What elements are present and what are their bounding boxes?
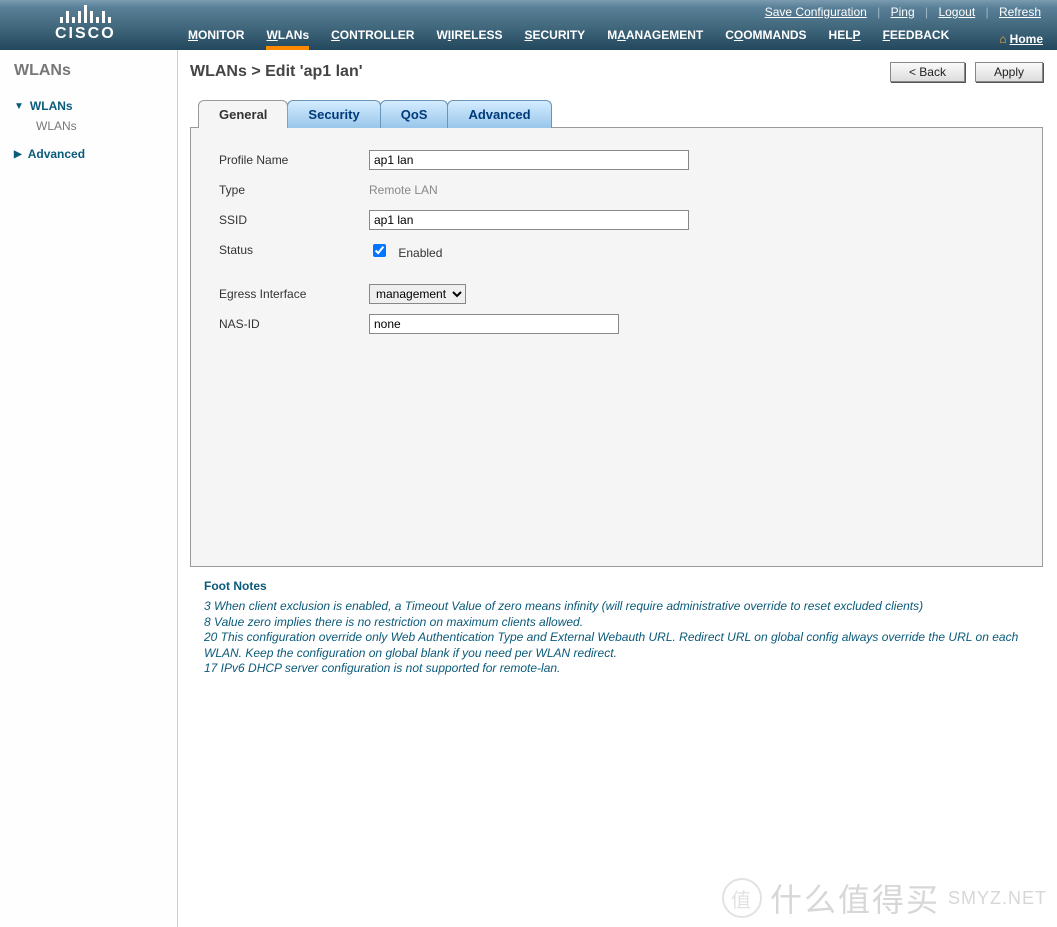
cisco-logo: CISCO	[55, 5, 116, 43]
footnote-line: 20 This configuration override only Web …	[204, 630, 1043, 661]
tabs: General Security QoS Advanced	[198, 100, 1043, 128]
separator: |	[872, 5, 885, 19]
home-icon: ⌂	[999, 32, 1006, 46]
back-button[interactable]: < Back	[890, 62, 965, 82]
header-bar: Save Configuration | Ping | Logout | Ref…	[0, 0, 1057, 50]
nav-commands[interactable]: COOMMANDS	[725, 28, 806, 46]
nav-wireless[interactable]: WIIRELESS	[436, 28, 502, 46]
content: WLANs > Edit 'ap1 lan' < Back Apply Gene…	[178, 50, 1057, 927]
footnotes-title: Foot Notes	[204, 579, 1043, 593]
tab-general[interactable]: General	[198, 100, 288, 128]
input-ssid[interactable]	[369, 210, 689, 230]
checkbox-status-enabled[interactable]	[373, 244, 386, 257]
select-egress-interface[interactable]: management	[369, 284, 466, 304]
row-nasid: NAS-ID	[219, 312, 1014, 336]
action-buttons: < Back Apply	[890, 62, 1043, 82]
sidebar-title: WLANs	[14, 62, 167, 80]
tab-container: General Security QoS Advanced Profile Na…	[190, 100, 1043, 567]
input-profile-name[interactable]	[369, 150, 689, 170]
sidebar-item-label: WLANs	[30, 99, 73, 113]
label-status-enabled: Enabled	[398, 246, 442, 260]
main-nav: MONITOR WLANs CONTROLLER WIIRELESS SECUR…	[188, 28, 949, 46]
chevron-right-icon: ▶	[14, 149, 22, 160]
nav-feedback[interactable]: FEEDBACK	[883, 28, 950, 46]
nav-monitor[interactable]: MONITOR	[188, 28, 244, 46]
row-type: Type Remote LAN	[219, 178, 1014, 202]
ping-link[interactable]: Ping	[889, 5, 917, 19]
refresh-link[interactable]: Refresh	[997, 5, 1043, 19]
separator: |	[920, 5, 933, 19]
footnote-line: 17 IPv6 DHCP server configuration is not…	[204, 661, 1043, 677]
footnote-line: 8 Value zero implies there is no restric…	[204, 615, 1043, 631]
sidebar-subitem-wlans[interactable]: WLANs	[14, 116, 167, 136]
sidebar-item-wlans[interactable]: ▼ WLANs	[14, 96, 167, 116]
nav-help[interactable]: HELP	[829, 28, 861, 46]
chevron-down-icon: ▼	[14, 101, 24, 112]
sidebar: WLANs ▼ WLANs WLANs ▶ Advanced	[0, 50, 178, 927]
row-ssid: SSID	[219, 208, 1014, 232]
footnote-line: 3 When client exclusion is enabled, a Ti…	[204, 599, 1043, 615]
nav-wlans[interactable]: WLANs	[266, 28, 309, 46]
label-profile-name: Profile Name	[219, 153, 369, 167]
nav-management[interactable]: MAANAGEMENT	[607, 28, 703, 46]
sidebar-item-advanced[interactable]: ▶ Advanced	[14, 144, 167, 164]
sidebar-item-label: Advanced	[28, 147, 85, 161]
row-status: Status Enabled	[219, 238, 1014, 262]
nav-home[interactable]: ⌂Home	[999, 32, 1043, 46]
input-nasid[interactable]	[369, 314, 619, 334]
value-type: Remote LAN	[369, 183, 438, 197]
label-ssid: SSID	[219, 213, 369, 227]
label-status: Status	[219, 243, 369, 257]
tab-qos[interactable]: QoS	[380, 100, 449, 128]
label-egress: Egress Interface	[219, 287, 369, 301]
panel-general: Profile Name Type Remote LAN SSID Status…	[190, 127, 1043, 567]
body-wrap: WLANs ▼ WLANs WLANs ▶ Advanced WLANs > E…	[0, 50, 1057, 927]
cisco-logo-text: CISCO	[55, 25, 116, 43]
cisco-logo-icon	[55, 5, 116, 23]
logout-link[interactable]: Logout	[936, 5, 977, 19]
row-profile-name: Profile Name	[219, 148, 1014, 172]
tab-security[interactable]: Security	[287, 100, 380, 128]
nav-security[interactable]: SECURITY	[525, 28, 586, 46]
top-utility-links: Save Configuration | Ping | Logout | Ref…	[763, 5, 1043, 19]
row-egress: Egress Interface management	[219, 282, 1014, 306]
page-header-row: WLANs > Edit 'ap1 lan' < Back Apply	[190, 62, 1043, 82]
save-config-link[interactable]: Save Configuration	[763, 5, 869, 19]
separator: |	[981, 5, 994, 19]
tab-advanced[interactable]: Advanced	[447, 100, 551, 128]
apply-button[interactable]: Apply	[975, 62, 1043, 82]
label-type: Type	[219, 183, 369, 197]
nav-controller[interactable]: CONTROLLER	[331, 28, 414, 46]
label-nasid: NAS-ID	[219, 317, 369, 331]
breadcrumb: WLANs > Edit 'ap1 lan'	[190, 63, 363, 81]
footnotes: 3 When client exclusion is enabled, a Ti…	[204, 599, 1043, 677]
